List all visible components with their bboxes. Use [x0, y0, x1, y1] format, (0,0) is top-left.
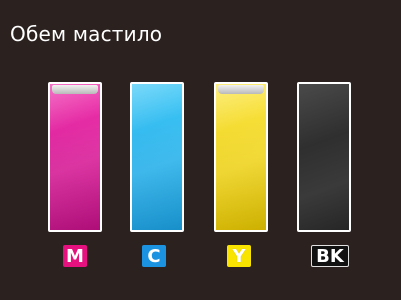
- black-label-badge: BK: [311, 245, 349, 267]
- yellow-ink-level: [216, 84, 266, 230]
- cyan-cartridge: [130, 82, 184, 232]
- magenta-label-badge: M: [63, 245, 87, 267]
- black-cartridge: [297, 82, 351, 232]
- yellow-cartridge: [214, 82, 268, 232]
- cartridge-cap: [52, 85, 98, 94]
- cartridge-cap: [218, 85, 264, 94]
- yellow-label-badge: Y: [227, 245, 251, 267]
- page-title: Обем мастило: [10, 22, 163, 46]
- magenta-cartridge: [48, 82, 102, 232]
- magenta-ink-level: [50, 84, 100, 230]
- ink-volume-screen: Обем мастило M C Y BK: [0, 0, 401, 300]
- cyan-label-badge: C: [142, 245, 166, 267]
- black-cartridge-body: [299, 84, 349, 230]
- cyan-ink-level: [132, 84, 182, 230]
